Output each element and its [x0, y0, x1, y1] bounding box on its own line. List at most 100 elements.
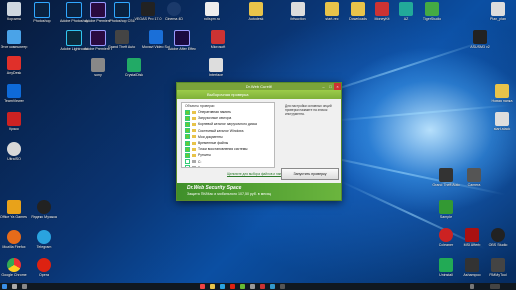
desktop-icon-top-8[interactable]: Autodesk: [242, 2, 270, 21]
app-icon[interactable]: [270, 284, 275, 289]
drive-icon: [192, 166, 196, 167]
desktop-icon-top-9[interactable]: ibfsuction: [284, 2, 312, 21]
folder-icon: [192, 129, 196, 133]
telegram-icon[interactable]: [220, 284, 225, 289]
desktop-icon-right-3[interactable]: start-stack: [488, 112, 516, 131]
desktop-icon-ultraiso[interactable]: UltraISO: [0, 142, 28, 161]
taskbar: [0, 283, 516, 290]
close-icon[interactable]: ×: [334, 83, 341, 90]
checkbox[interactable]: [185, 146, 190, 152]
desktop-icon-firefox[interactable]: Mozilla Firefox: [0, 230, 28, 249]
desktop-icon-right-5[interactable]: Camera: [460, 168, 488, 187]
start-icon[interactable]: [2, 284, 7, 289]
desktop-icon-top-4[interactable]: Photoshop CS6: [108, 2, 136, 23]
banner-title: Dr.Web Security Space: [187, 185, 242, 191]
checkbox[interactable]: [185, 140, 190, 146]
checkbox[interactable]: [185, 128, 190, 134]
checkbox[interactable]: [185, 165, 190, 167]
app-icon: [439, 200, 453, 214]
maximize-icon[interactable]: □: [327, 83, 334, 90]
window-titlebar[interactable]: Dr.Web CureIt! – □ ×: [177, 83, 341, 90]
desktop-icon-top-7[interactable]: rollspm.ru: [198, 2, 226, 21]
desktop-icon-mid-7[interactable]: sony: [84, 58, 112, 77]
folder-icon: [351, 2, 365, 16]
folder-icon: [495, 84, 509, 98]
app-icon[interactable]: [250, 284, 255, 289]
desktop-icon-right-12[interactable]: FlMMyTool: [484, 258, 512, 277]
desktop-icon-computer[interactable]: Этот компьютер: [0, 30, 28, 49]
desktop-icon-right-8[interactable]: MSI Afterb: [458, 228, 486, 247]
checkbox[interactable]: [185, 115, 190, 121]
desktop-icon-right-1[interactable]: Новая папка: [488, 84, 516, 103]
app-icon[interactable]: [260, 284, 265, 289]
desktop-icon-right-6[interactable]: Sample: [432, 200, 460, 219]
desktop-icon-mid-6[interactable]: Microsoft: [204, 30, 232, 49]
desktop-icon-right-2[interactable]: ASUSM3 v2: [466, 30, 494, 49]
search-icon[interactable]: [12, 284, 17, 289]
minimize-icon[interactable]: –: [320, 83, 327, 90]
app-icon[interactable]: [280, 284, 285, 289]
desktop-icon-office[interactable]: Office Ya Games 2013: [0, 200, 28, 219]
desktop-icon-top-1[interactable]: Photoshop: [28, 2, 56, 23]
vegas-icon: [141, 2, 155, 16]
tree-item[interactable]: D:: [182, 165, 274, 167]
premiere-icon: [90, 2, 106, 18]
taskview-icon[interactable]: [22, 284, 27, 289]
desktop-icon-yamusic[interactable]: Яндекс Музыка: [30, 200, 58, 219]
folder-icon: [192, 147, 196, 151]
desktop-icon-teamviewer[interactable]: TeamViewer: [0, 84, 28, 103]
photoshop-icon: [66, 2, 82, 18]
select-files-link[interactable]: Щелкните для выбора файлов и папок: [227, 172, 284, 176]
desktop-icon-mid-4[interactable]: Movavi Video Suite: [142, 30, 170, 49]
checkbox[interactable]: [185, 152, 190, 158]
desktop-icon-mid-3[interactable]: Grand Theft Auto San: [108, 30, 136, 49]
start-scan-button[interactable]: Запустить проверку: [281, 168, 339, 180]
explorer-icon[interactable]: [210, 284, 215, 289]
desktop-icon-mid-9[interactable]: Interface: [202, 58, 230, 77]
desktop-icon-top-5[interactable]: VEGAS Pro 17.0: [134, 2, 162, 21]
desktop-icon-top-15[interactable]: Plan_plan: [484, 2, 512, 21]
clock-icon[interactable]: [490, 284, 500, 289]
folder-icon: [192, 110, 196, 114]
desktop-icon-top-14[interactable]: TigerStudio: [418, 2, 446, 21]
desktop-icon-chrome[interactable]: Google Chrome: [0, 258, 28, 277]
drive-icon: [192, 160, 196, 164]
teamviewer-icon: [7, 84, 21, 98]
chrome-icon[interactable]: [200, 284, 205, 289]
scan-objects-tree[interactable]: Объекты проверки Оперативная память Загр…: [181, 102, 275, 168]
desktop-icon-right-7[interactable]: Ccleaner: [432, 228, 460, 247]
promo-banner[interactable]: Dr.Web Security Space Защита ПК/Мас и мо…: [177, 183, 341, 200]
checkbox[interactable]: [185, 159, 190, 165]
desktop-icon-mid-8[interactable]: CrystalDisk: [120, 58, 148, 77]
recycle-bin-icon: [7, 2, 21, 16]
opera-icon: [37, 258, 51, 272]
window-title: Dr.Web CureIt!: [245, 84, 273, 89]
desktop-icon-top-10[interactable]: start-rec: [318, 2, 346, 21]
desktop-icon-recycle[interactable]: Корзина: [0, 2, 28, 21]
desktop-icon-telegram[interactable]: Telegram: [30, 230, 58, 249]
desktop-icon-top-13[interactable]: AZ: [392, 2, 420, 21]
opera-icon[interactable]: [230, 284, 235, 289]
tray-icon[interactable]: [470, 284, 474, 289]
anydesk-icon: [7, 56, 21, 70]
desktop-icon-right-9[interactable]: OBS Studio: [484, 228, 512, 247]
drweb-icon[interactable]: [240, 284, 245, 289]
checkbox[interactable]: [185, 134, 190, 140]
image-icon: [91, 58, 105, 72]
checkbox[interactable]: [185, 109, 190, 115]
lightroom-icon: [66, 30, 82, 46]
desktop-icon-mid-5[interactable]: Adobe After Effects 2020: [168, 30, 196, 51]
folder-icon: [192, 153, 196, 157]
desktop-icon-opera[interactable]: Opera: [30, 258, 58, 277]
gta-icon: [439, 168, 453, 182]
desktop-icon-anydesk[interactable]: AnyDesk: [0, 56, 28, 75]
checkbox[interactable]: [185, 121, 190, 127]
desktop-icon-right-11[interactable]: Ashampoo: [458, 258, 486, 277]
app-icon: [439, 258, 453, 272]
desktop-icon-right-10[interactable]: Uninstall: [432, 258, 460, 277]
desktop-icon-right-4[interactable]: Grand Theft Auto: [432, 168, 460, 187]
desktop-icon-top-6[interactable]: Cinema 4D: [160, 2, 188, 21]
desktop-icon-kryako[interactable]: Кряко: [0, 112, 28, 131]
movavi-icon: [149, 30, 163, 44]
chrome-icon: [7, 258, 21, 272]
